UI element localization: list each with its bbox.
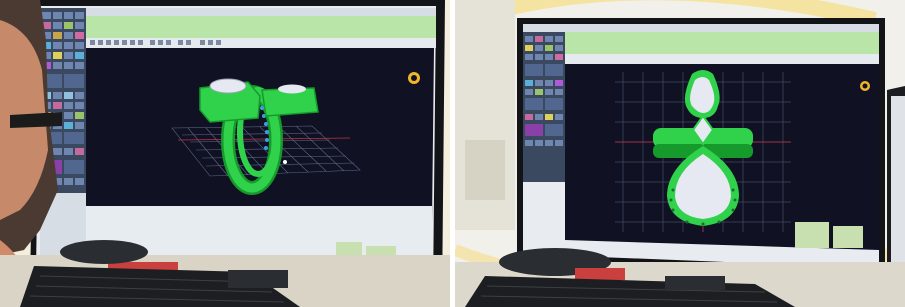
toolbar-left (86, 8, 436, 48)
mouse-icon (60, 240, 148, 264)
viewport-left (86, 48, 434, 222)
photo-left-drawing (0, 0, 450, 307)
photo-right-drawing (455, 0, 905, 307)
photo-left (0, 0, 450, 307)
photo-scene (0, 0, 905, 307)
photo-right (455, 0, 905, 307)
viewport-right (565, 64, 879, 250)
